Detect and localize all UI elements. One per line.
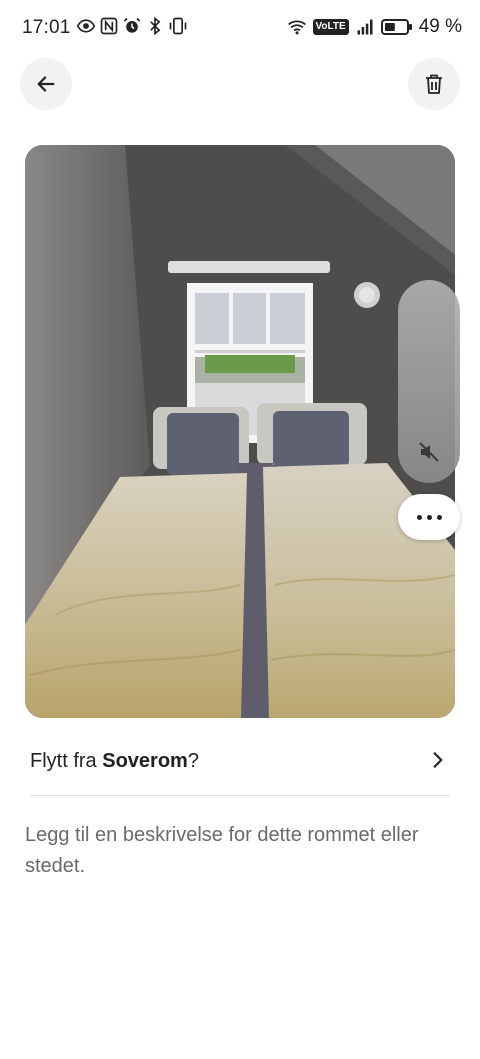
move-from-room-row[interactable]: Flytt fra Soverom?: [30, 740, 450, 782]
more-horizontal-icon: [416, 514, 422, 520]
status-left-icons: [76, 16, 188, 36]
delete-button[interactable]: [408, 58, 460, 110]
battery-percent: 49 %: [418, 16, 462, 37]
wifi-icon: [287, 20, 306, 35]
move-from-label: Flytt fra Soverom?: [30, 750, 199, 773]
volume-control[interactable]: [398, 280, 460, 483]
bedroom-photo[interactable]: [25, 145, 455, 718]
mute-icon: [419, 442, 439, 462]
description-input[interactable]: Legg til en beskrivelse for dette rommet…: [25, 820, 465, 882]
signal-icon: [357, 19, 373, 35]
status-time: 17:01: [22, 17, 71, 38]
nfc-icon: [100, 17, 118, 35]
trash-icon: [426, 74, 442, 94]
battery-icon: [380, 19, 412, 35]
back-button[interactable]: [20, 58, 72, 110]
volte-badge: VoLTE: [312, 19, 349, 35]
move-prefix: Flytt fra: [30, 749, 103, 772]
eye-icon: [76, 19, 96, 33]
bluetooth-icon: [150, 16, 161, 36]
more-options-button[interactable]: [398, 494, 460, 540]
alarm-icon: [123, 17, 141, 33]
divider: [30, 795, 450, 796]
vibrate-icon: [169, 17, 187, 35]
status-right: VoLTE 49 %: [287, 16, 462, 38]
room-name: Soverom: [102, 749, 188, 772]
status-bar: 17:01 VoLTE 49 %: [0, 0, 480, 56]
chevron-right-icon: [433, 752, 443, 768]
arrow-left-icon: [37, 76, 55, 92]
move-suffix: ?: [187, 749, 199, 772]
